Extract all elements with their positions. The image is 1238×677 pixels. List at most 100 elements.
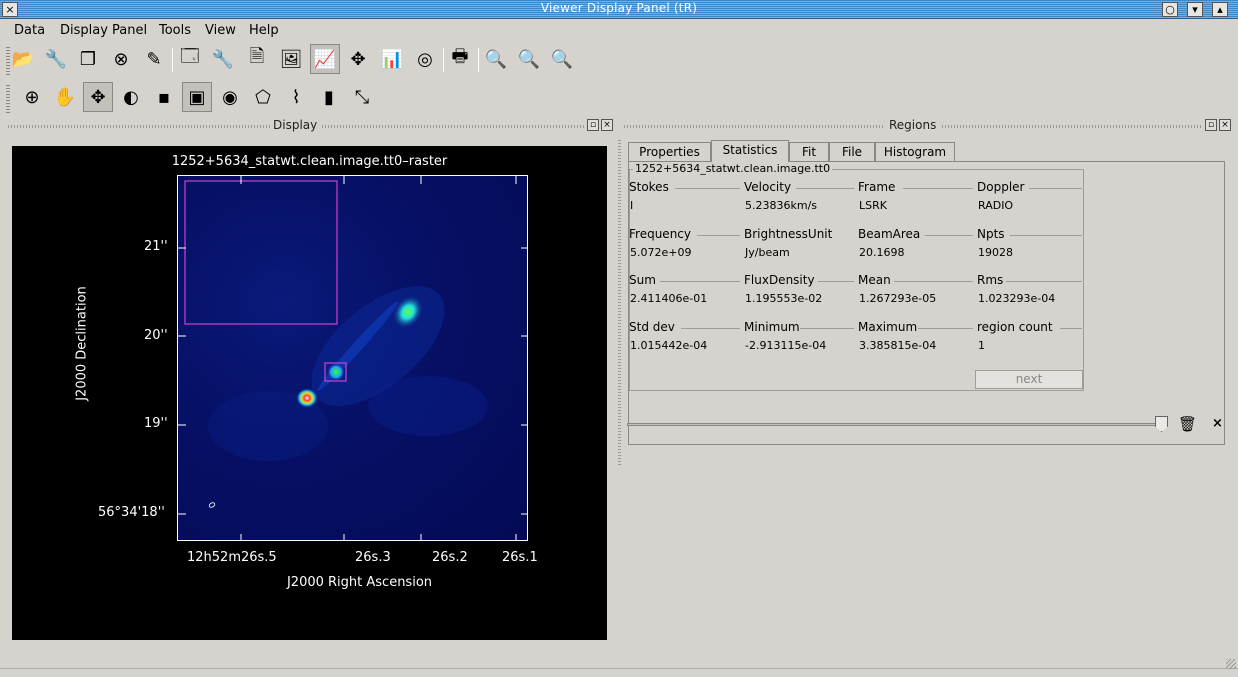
stat-value: -2.913115e-04: [745, 339, 827, 352]
next-button[interactable]: next: [975, 370, 1083, 389]
stat-divider: [818, 281, 854, 282]
window-titlebar[interactable]: × Viewer Display Panel (tR) ○ ▾ ▴: [0, 0, 1238, 19]
new-panel-icon[interactable]: 🗔: [175, 44, 205, 74]
pan-tool-icon[interactable]: ✋: [50, 82, 80, 112]
menu-help[interactable]: Help: [249, 23, 279, 38]
zoom-tool-icon[interactable]: ⊕: [17, 82, 47, 112]
regions-dock-grip[interactable]: [942, 125, 1202, 128]
shade-window-button[interactable]: ○: [1162, 2, 1178, 17]
stat-divider: [918, 328, 973, 329]
statistics-image-name: 1252+5634_statwt.clean.image.tt0: [633, 162, 833, 175]
ruler-icon[interactable]: ▮: [314, 82, 344, 112]
stat-divider: [1029, 188, 1082, 189]
close-icon[interactable]: ×: [1212, 416, 1223, 431]
tab-fit[interactable]: Fit: [789, 142, 829, 162]
stat-value: 1.015442e-04: [630, 339, 708, 352]
stat-label: Maximum: [858, 320, 918, 334]
stat-value: 3.385815e-04: [859, 339, 937, 352]
statistics-group: [629, 169, 1084, 391]
rectangle-region[interactable]: [184, 180, 338, 325]
stat-label: BrightnessUnit: [744, 227, 833, 241]
polygon-region-icon[interactable]: ⬠: [248, 82, 278, 112]
toolbar-separator: [443, 48, 444, 72]
histogram-icon[interactable]: 📊: [377, 44, 407, 74]
zoom-in-icon[interactable]: 🔍: [514, 44, 544, 74]
y-tick-label: 21'': [144, 239, 168, 254]
stat-label: Velocity: [744, 180, 792, 194]
animator-icon[interactable]: 📈: [310, 44, 340, 74]
stat-value: 2.411406e-01: [630, 292, 708, 305]
stat-divider: [903, 188, 973, 189]
maximize-window-button[interactable]: ▴: [1212, 2, 1228, 17]
save-panel-icon[interactable]: 🗎: [242, 44, 272, 74]
stat-label: Std dev: [629, 320, 675, 334]
restore-panel-icon[interactable]: 🖼: [276, 44, 306, 74]
panel-options-icon[interactable]: 🔧: [208, 44, 238, 74]
stat-label: Frame: [858, 180, 896, 194]
main-toolbar: 📂 🔧 ❐ ⊗ ✎ 🗔 🔧 🗎 🖼 📈 ✥ 📊 ◎ 🖶 🔍 🔍 🔍: [6, 44, 1231, 78]
display-canvas[interactable]: 1252+5634_statwt.clean.image.tt0–raster: [12, 146, 607, 640]
tab-statistics[interactable]: Statistics: [711, 140, 789, 162]
trash-icon[interactable]: 🗑: [1178, 415, 1197, 433]
tab-histogram[interactable]: Histogram: [875, 142, 955, 162]
resize-grip-icon[interactable]: [1226, 659, 1236, 669]
stat-divider: [675, 188, 740, 189]
position-velocity-icon[interactable]: ⤡: [347, 82, 377, 112]
open-folder-icon[interactable]: 📂: [8, 44, 38, 74]
zoom-out-icon[interactable]: 🔍: [547, 44, 577, 74]
stat-value: LSRK: [859, 199, 887, 212]
contrast-tool-icon[interactable]: ◐: [116, 82, 146, 112]
float-dock-icon[interactable]: ▫: [587, 119, 599, 131]
stat-value: 1.023293e-04: [978, 292, 1056, 305]
move-tool-icon[interactable]: ✥: [83, 82, 113, 112]
raster-image: [178, 176, 527, 540]
dock-splitter[interactable]: [618, 140, 621, 465]
close-dock-icon[interactable]: ×: [1219, 119, 1231, 131]
close-circle-icon[interactable]: ⊗: [106, 44, 136, 74]
stat-value: RADIO: [978, 199, 1014, 212]
wrench-icon[interactable]: 🔧: [41, 44, 71, 74]
y-tick-label: 19'': [144, 416, 168, 431]
stat-value: 1.195553e-02: [745, 292, 823, 305]
stat-label: BeamArea: [858, 227, 921, 241]
image-frame[interactable]: [177, 175, 528, 541]
polyline-icon[interactable]: ⌇: [281, 82, 311, 112]
close-dock-icon[interactable]: ×: [601, 119, 613, 131]
tab-file[interactable]: File: [829, 142, 875, 162]
stat-divider: [796, 188, 854, 189]
menu-tools[interactable]: Tools: [159, 23, 191, 38]
stat-divider: [1010, 235, 1082, 236]
stat-label: Stokes: [629, 180, 669, 194]
display-dock-grip[interactable]: [322, 125, 584, 128]
float-dock-icon[interactable]: ▫: [1205, 119, 1217, 131]
menu-data[interactable]: Data: [14, 23, 45, 38]
mouse-tools-toolbar: ⊕ ✋ ✥ ◐ ▪ ▣ ◉ ⬠ ⌇ ▮ ⤡: [6, 82, 1231, 114]
print-icon[interactable]: 🖶: [445, 44, 475, 74]
region-slider-track[interactable]: [627, 423, 1164, 426]
regions-dock-grip[interactable]: [624, 125, 884, 128]
stat-divider: [894, 281, 973, 282]
stat-label: Frequency: [629, 227, 691, 241]
menu-view[interactable]: View: [205, 23, 236, 38]
colormap-icon[interactable]: ◎: [410, 44, 440, 74]
tab-properties[interactable]: Properties: [628, 142, 711, 162]
menu-display-panel[interactable]: Display Panel: [60, 23, 147, 38]
ellipse-region-icon[interactable]: ◉: [215, 82, 245, 112]
x-tick-label: 12h52m26s.5: [187, 550, 277, 565]
toolbar-separator: [172, 48, 173, 72]
interactive-tools-icon[interactable]: ✥: [343, 44, 373, 74]
copy-icon[interactable]: ❐: [73, 44, 103, 74]
source-knot-mid: [327, 363, 345, 381]
zoom-fit-icon[interactable]: 🔍: [481, 44, 511, 74]
point-tool-icon[interactable]: ▪: [149, 82, 179, 112]
y-axis-title: J2000 Declination: [74, 286, 90, 401]
toolbar-grip[interactable]: [6, 85, 10, 113]
y-tick-label: 20'': [144, 328, 168, 343]
stat-divider: [1006, 281, 1082, 282]
display-dock-grip[interactable]: [8, 125, 270, 128]
minimize-window-button[interactable]: ▾: [1187, 2, 1203, 17]
stat-divider: [800, 328, 854, 329]
edit-icon[interactable]: ✎: [139, 44, 169, 74]
rectangle-region-icon[interactable]: ▣: [182, 82, 212, 112]
stat-label: FluxDensity: [744, 273, 815, 287]
